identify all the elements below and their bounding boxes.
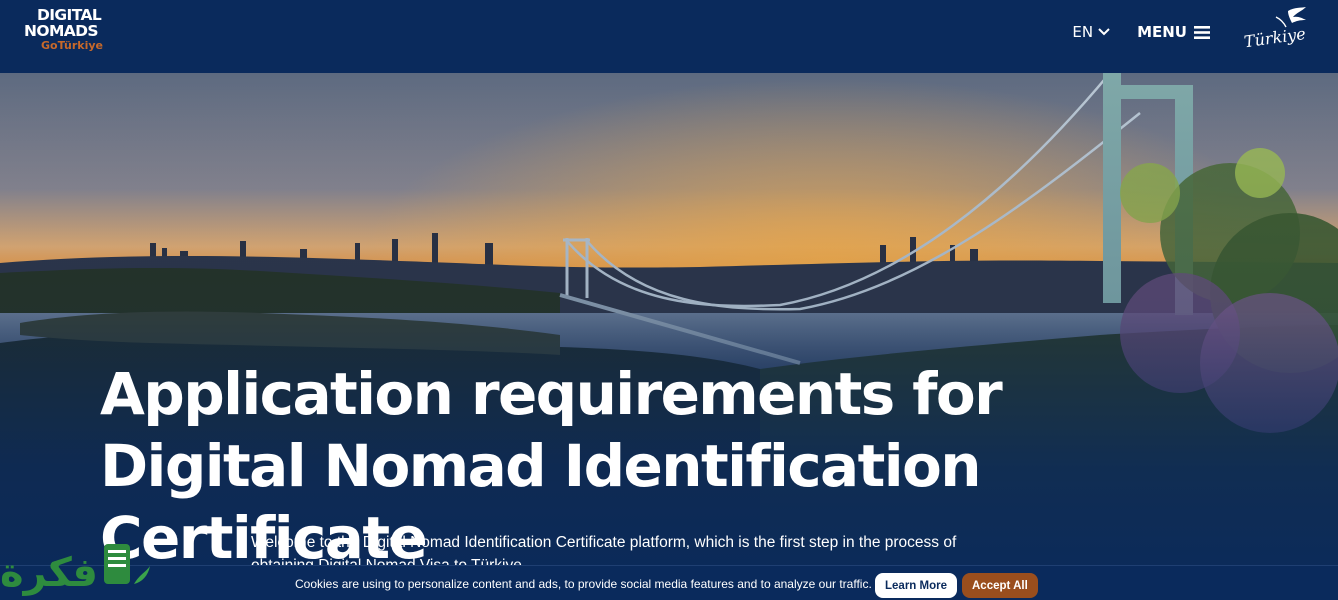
turkiye-logo-text: Türkiye bbox=[1243, 23, 1307, 50]
turkiye-logo[interactable]: Türkiye bbox=[1236, 5, 1324, 60]
language-selector[interactable]: EN bbox=[1072, 23, 1111, 41]
accept-all-button[interactable]: Accept All bbox=[962, 573, 1038, 598]
learn-more-button[interactable]: Learn More bbox=[875, 573, 957, 598]
hero-section: Application requirements for Digital Nom… bbox=[0, 73, 1338, 600]
cookie-message: Cookies are using to personalize content… bbox=[295, 577, 872, 591]
menu-label: MENU bbox=[1137, 23, 1187, 41]
top-navigation-bar: DIGITAL NOMADS GoTürkiye EN MENU Türkiye bbox=[0, 0, 1338, 73]
chevron-down-icon bbox=[1098, 28, 1110, 36]
turkiye-bird-logo: Türkiye bbox=[1243, 6, 1307, 51]
digital-nomads-logo[interactable]: DIGITAL NOMADS GoTürkiye bbox=[24, 7, 104, 52]
header-actions: EN MENU Türkiye bbox=[1072, 0, 1324, 64]
watermark-logo: فكرة bbox=[0, 544, 150, 596]
watermark-text: فكرة bbox=[0, 550, 98, 596]
menu-button[interactable]: MENU bbox=[1137, 23, 1210, 41]
brand-line-2: NOMADS bbox=[24, 21, 99, 40]
language-label: EN bbox=[1072, 23, 1094, 41]
cookie-consent-bar: Cookies are using to personalize content… bbox=[0, 565, 1338, 600]
brand-line-3: GoTürkiye bbox=[41, 39, 104, 52]
hamburger-menu-icon bbox=[1194, 25, 1210, 39]
